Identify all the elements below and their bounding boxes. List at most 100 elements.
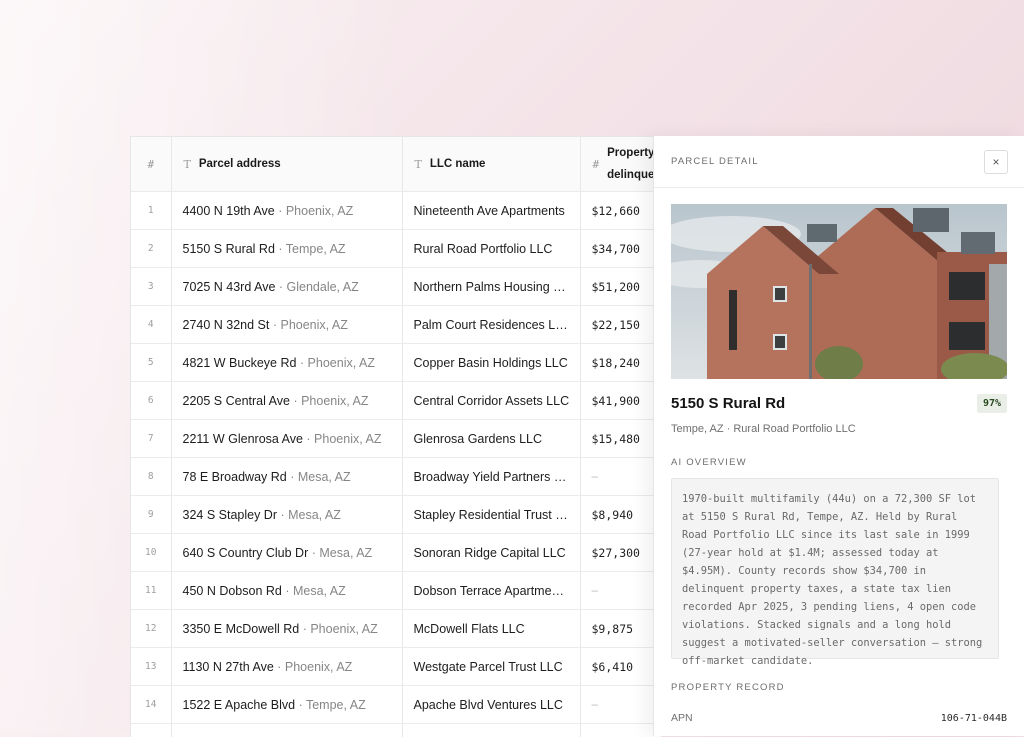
close-button[interactable]: ×: [984, 150, 1008, 174]
delinquent-tax-cell[interactable]: [580, 724, 661, 737]
address-city: · Phoenix, AZ: [296, 356, 375, 370]
parcel-address-cell[interactable]: [171, 724, 402, 737]
llc-name-cell[interactable]: Westgate Parcel Trust LLC: [402, 648, 580, 686]
llc-name-cell[interactable]: Palm Court Residences LLC: [402, 306, 580, 344]
address-street: 3350 E McDowell Rd: [183, 622, 300, 636]
address-city: · Mesa, AZ: [277, 508, 341, 522]
parcel-address-cell[interactable]: 7025 N 43rd Ave · Glendale, AZ: [171, 268, 402, 306]
address-city: · Glendale, AZ: [275, 280, 358, 294]
property-record-label: PROPERTY RECORD: [671, 682, 785, 693]
llc-name-cell[interactable]: [402, 724, 580, 737]
address-street: 7025 N 43rd Ave: [183, 280, 276, 294]
parcel-subtitle: Tempe, AZ · Rural Road Portfolio LLC: [671, 423, 856, 435]
llc-name-cell[interactable]: McDowell Flats LLC: [402, 610, 580, 648]
llc-name-cell[interactable]: Central Corridor Assets LLC: [402, 382, 580, 420]
parcel-address-cell[interactable]: 2211 W Glenrosa Ave · Phoenix, AZ: [171, 420, 402, 458]
table-row[interactable]: 14400 N 19th Ave · Phoenix, AZNineteenth…: [131, 192, 661, 230]
address-street: 450 N Dobson Rd: [183, 584, 282, 598]
address-street: 4821 W Buckeye Rd: [183, 356, 297, 370]
delinquent-tax-cell[interactable]: $22,150: [580, 306, 661, 344]
table-row[interactable]: 10640 S Country Club Dr · Mesa, AZSonora…: [131, 534, 661, 572]
parcel-photo: [671, 204, 1007, 379]
parcel-address-cell[interactable]: 3350 E McDowell Rd · Phoenix, AZ: [171, 610, 402, 648]
address-city: · Tempe, AZ: [275, 242, 346, 256]
address-street: 2740 N 32nd St: [183, 318, 270, 332]
delinquent-tax-cell[interactable]: $12,660: [580, 192, 661, 230]
llc-name-cell[interactable]: Copper Basin Holdings LLC: [402, 344, 580, 382]
parcel-address-cell[interactable]: 78 E Broadway Rd · Mesa, AZ: [171, 458, 402, 496]
table-row[interactable]: 123350 E McDowell Rd · Phoenix, AZMcDowe…: [131, 610, 661, 648]
ai-overview-label: AI OVERVIEW: [671, 457, 747, 468]
llc-name-cell[interactable]: Rural Road Portfolio LLC: [402, 230, 580, 268]
detail-eyebrow: PARCEL DETAIL: [671, 156, 759, 167]
table-row[interactable]: 72211 W Glenrosa Ave · Phoenix, AZGlenro…: [131, 420, 661, 458]
table-row[interactable]: 141522 E Apache Blvd · Tempe, AZApache B…: [131, 686, 661, 724]
llc-name-cell[interactable]: Broadway Yield Partners LLC: [402, 458, 580, 496]
llc-name-cell[interactable]: Northern Palms Housing LLC: [402, 268, 580, 306]
delinquent-tax-cell[interactable]: –: [580, 686, 661, 724]
column-header-label: Parcel address: [199, 158, 281, 170]
parcel-address-cell[interactable]: 2205 S Central Ave · Phoenix, AZ: [171, 382, 402, 420]
table-row[interactable]: 25150 S Rural Rd · Tempe, AZRural Road P…: [131, 230, 661, 268]
delinquent-tax-cell[interactable]: –: [580, 572, 661, 610]
address-city: · Mesa, AZ: [308, 546, 372, 560]
column-header-llc-name[interactable]: T LLC name: [402, 137, 580, 192]
table-row[interactable]: 37025 N 43rd Ave · Glendale, AZNorthern …: [131, 268, 661, 306]
address-street: 78 E Broadway Rd: [183, 470, 287, 484]
parcel-address-cell[interactable]: 2740 N 32nd St · Phoenix, AZ: [171, 306, 402, 344]
row-index: 14: [131, 686, 171, 724]
address-street: 2211 W Glenrosa Ave: [183, 432, 303, 446]
llc-name-cell[interactable]: Apache Blvd Ventures LLC: [402, 686, 580, 724]
row-index: 13: [131, 648, 171, 686]
table-row[interactable]: [131, 724, 661, 737]
parcel-address-cell[interactable]: 450 N Dobson Rd · Mesa, AZ: [171, 572, 402, 610]
delinquent-tax-cell[interactable]: $18,240: [580, 344, 661, 382]
delinquent-tax-cell[interactable]: $15,480: [580, 420, 661, 458]
parcel-address-cell[interactable]: 4821 W Buckeye Rd · Phoenix, AZ: [171, 344, 402, 382]
address-street: 640 S Country Club Dr: [183, 546, 309, 560]
delinquent-tax-cell[interactable]: $6,410: [580, 648, 661, 686]
column-header-property-delinquent[interactable]: # Property delinque: [580, 137, 661, 192]
llc-name-cell[interactable]: Sonoran Ridge Capital LLC: [402, 534, 580, 572]
parcel-address-cell[interactable]: 1130 N 27th Ave · Phoenix, AZ: [171, 648, 402, 686]
close-icon: ×: [992, 155, 999, 169]
record-value-apn[interactable]: 106-71-044B: [941, 713, 1007, 724]
column-header-parcel-address[interactable]: T Parcel address: [171, 137, 402, 192]
table-header-row: # T Parcel address T LLC name #: [131, 137, 661, 192]
llc-name-cell[interactable]: Stapley Residential Trust LLC: [402, 496, 580, 534]
parcel-address-cell[interactable]: 640 S Country Club Dr · Mesa, AZ: [171, 534, 402, 572]
parcel-address-cell[interactable]: 324 S Stapley Dr · Mesa, AZ: [171, 496, 402, 534]
table-row[interactable]: 9324 S Stapley Dr · Mesa, AZStapley Resi…: [131, 496, 661, 534]
delinquent-tax-cell[interactable]: –: [580, 458, 661, 496]
delinquent-tax-cell[interactable]: $8,940: [580, 496, 661, 534]
llc-name-cell[interactable]: Nineteenth Ave Apartments: [402, 192, 580, 230]
table-row[interactable]: 11450 N Dobson Rd · Mesa, AZDobson Terra…: [131, 572, 661, 610]
table-row[interactable]: 62205 S Central Ave · Phoenix, AZCentral…: [131, 382, 661, 420]
row-index: [131, 724, 171, 737]
delinquent-tax-cell[interactable]: $9,875: [580, 610, 661, 648]
table-row[interactable]: 878 E Broadway Rd · Mesa, AZBroadway Yie…: [131, 458, 661, 496]
table-row[interactable]: 54821 W Buckeye Rd · Phoenix, AZCopper B…: [131, 344, 661, 382]
delinquent-tax-cell[interactable]: $27,300: [580, 534, 661, 572]
parcel-title: 5150 S Rural Rd: [671, 395, 785, 412]
row-index: 11: [131, 572, 171, 610]
parcel-address-cell[interactable]: 5150 S Rural Rd · Tempe, AZ: [171, 230, 402, 268]
address-street: 1522 E Apache Blvd: [183, 698, 296, 712]
delinquent-tax-cell[interactable]: $51,200: [580, 268, 661, 306]
column-header-index[interactable]: #: [131, 137, 171, 192]
text-type-icon: T: [415, 158, 422, 171]
brick-apartment-building-photo: [671, 204, 1007, 379]
property-record-row: APN 106-71-044B: [671, 712, 1007, 724]
parcel-address-cell[interactable]: 4400 N 19th Ave · Phoenix, AZ: [171, 192, 402, 230]
llc-name-cell[interactable]: Glenrosa Gardens LLC: [402, 420, 580, 458]
delinquent-tax-cell[interactable]: $41,900: [580, 382, 661, 420]
llc-name-cell[interactable]: Dobson Terrace Apartments LLC: [402, 572, 580, 610]
detail-header: PARCEL DETAIL ×: [654, 136, 1024, 188]
delinquent-tax-cell[interactable]: $34,700: [580, 230, 661, 268]
table-row[interactable]: 42740 N 32nd St · Phoenix, AZPalm Court …: [131, 306, 661, 344]
text-type-icon: T: [184, 158, 191, 171]
table-row[interactable]: 131130 N 27th Ave · Phoenix, AZWestgate …: [131, 648, 661, 686]
row-index: 6: [131, 382, 171, 420]
address-city: · Phoenix, AZ: [275, 204, 354, 218]
parcel-address-cell[interactable]: 1522 E Apache Blvd · Tempe, AZ: [171, 686, 402, 724]
